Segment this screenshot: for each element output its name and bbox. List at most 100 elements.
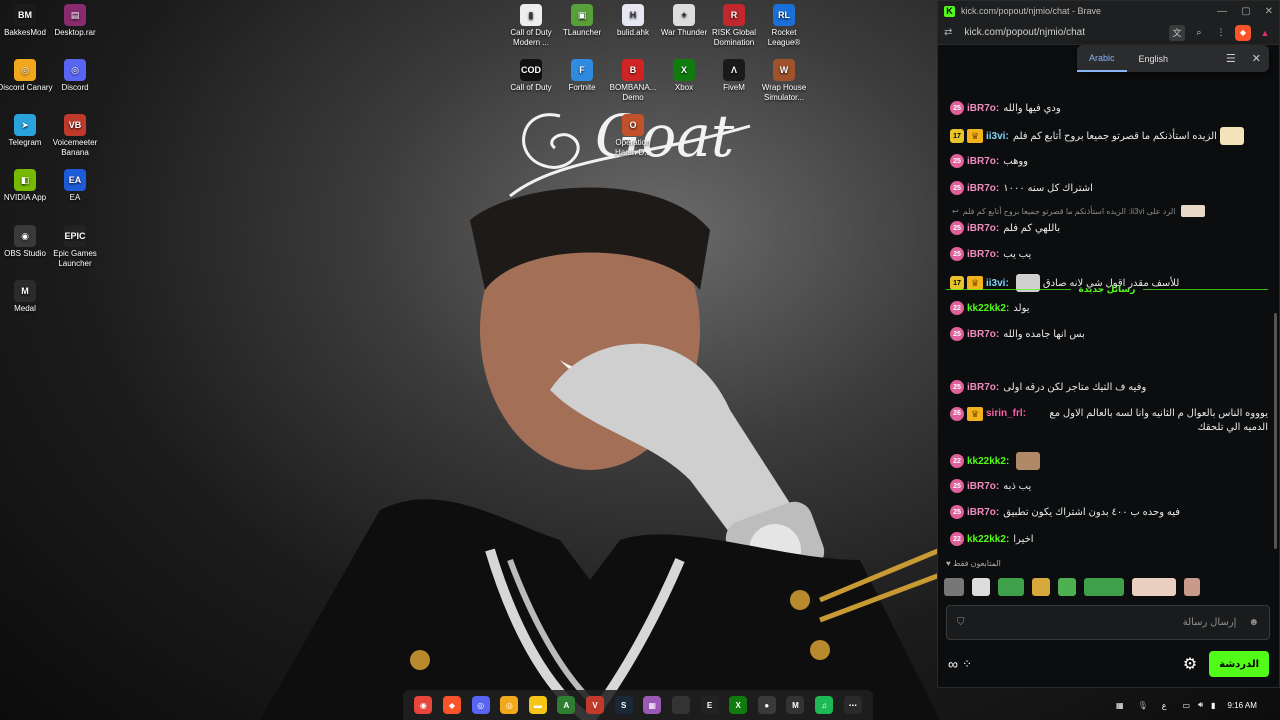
desktop-icon[interactable]: ▣ TLauncher (554, 4, 610, 38)
translate-target-tab[interactable]: English (1127, 45, 1181, 72)
desktop-icon[interactable]: R RISK Global Domination (706, 4, 762, 48)
more-icon[interactable]: ⋮ (1213, 25, 1229, 41)
shield-icon[interactable]: ⛉ (957, 617, 965, 628)
emote-face[interactable] (944, 578, 964, 596)
desktop-icon[interactable]: ◧ NVIDIA App (0, 169, 53, 203)
chat-username[interactable]: iBR7o (967, 156, 996, 167)
desktop-icon[interactable]: EA EA (47, 169, 103, 203)
dots-icon[interactable]: ⁘ (962, 657, 972, 671)
steam-icon[interactable]: S (614, 696, 633, 714)
chat-username[interactable]: ii3vi (986, 131, 1005, 142)
app-dots-icon[interactable]: ⋯ (843, 696, 862, 714)
site-settings-icon[interactable]: ⇄ (944, 27, 952, 38)
emote-pepe-small[interactable] (1058, 578, 1076, 596)
brave-shields-icon[interactable]: ◆ (1235, 24, 1251, 41)
desktop-icon-label: bulid.ahk (616, 28, 650, 37)
display-icon[interactable]: ▭ (1183, 701, 1191, 710)
emote-hand[interactable] (1184, 578, 1200, 596)
chat-message: 25 iBR7o: فيه وحده ب ٤٠٠ بدون اشتراك يكون … (950, 505, 1268, 519)
chat-username[interactable]: iBR7o (967, 382, 996, 393)
desktop-icon[interactable]: ▮ Call of Duty Modern ... (503, 4, 559, 48)
chat-username[interactable]: iBR7o (967, 329, 996, 340)
desktop-icon[interactable]: ◉ OBS Studio (0, 225, 53, 259)
desktop-icon[interactable]: EPIC Epic Games Launcher (47, 225, 103, 269)
settings-gear-icon[interactable]: ⚙ (1183, 654, 1197, 674)
chat-username[interactable]: kk22kk2 (967, 534, 1006, 545)
zoom-icon[interactable]: ⌕ (1191, 25, 1207, 41)
desktop-icon[interactable]: B BOMBANA... Demo (605, 59, 661, 103)
translate-icon[interactable]: 文 (1169, 24, 1185, 41)
close-icon[interactable]: ✕ (1244, 52, 1269, 65)
language-indicator[interactable]: ع (1162, 701, 1167, 710)
url-text[interactable]: kick.com/popout/njmio/chat (964, 27, 1085, 38)
desktop-icon[interactable]: ➤ Telegram (0, 114, 53, 148)
desktop-icon[interactable]: ◎ Discord Canary (0, 59, 53, 93)
maximize-icon[interactable]: ▢ (1241, 6, 1250, 17)
desktop-icon[interactable]: VB Voicemeeter Banana (47, 114, 103, 158)
desktop-icon[interactable]: BM BakkesMod (0, 4, 53, 38)
obs-icon[interactable]: ● (757, 696, 776, 714)
emote-eyes[interactable] (1084, 578, 1124, 596)
chat-input[interactable]: ⛉ إرسال رسالة ☻ (946, 605, 1270, 640)
desktop-icon[interactable]: W Wrap House Simulator... (756, 59, 812, 103)
menu-icon[interactable]: ☰ (1218, 52, 1244, 65)
discord-canary-icon[interactable]: ◎ (500, 696, 519, 714)
widgets-icon[interactable]: ▦ (1116, 701, 1124, 710)
emote-wide[interactable] (1132, 578, 1176, 596)
app-grid-icon[interactable]: ▦ (643, 696, 662, 714)
address-bar: ⇄ kick.com/popout/njmio/chat 文 ⌕ ⋮ ◆ ▲ (938, 21, 1279, 45)
desktop-icon[interactable]: ▤ Desktop.rar (47, 4, 103, 38)
xbox-icon[interactable]: X (729, 696, 748, 714)
volume-icon[interactable]: 🔊︎ (1198, 700, 1203, 710)
chat-username[interactable]: iBR7o (967, 103, 996, 114)
desktop-icon[interactable]: ✦ War Thunder (656, 4, 712, 38)
emote-cat[interactable] (972, 578, 990, 596)
app-icon: R (723, 4, 745, 26)
infinity-icon[interactable]: ∞ (948, 656, 958, 672)
minimize-icon[interactable]: — (1217, 6, 1227, 17)
desktop-icon[interactable]: ◎ Discord (47, 59, 103, 93)
desktop-icon-label: EA (69, 193, 81, 202)
chrome-icon[interactable]: ◉ (414, 696, 433, 714)
emote-pepe[interactable] (998, 578, 1024, 596)
desktop-icon[interactable]: Λ FiveM (706, 59, 762, 93)
chat-username[interactable]: iBR7o (967, 507, 996, 518)
app-icon: W (773, 59, 795, 81)
desktop-icon[interactable]: COD Call of Duty (503, 59, 559, 93)
medal-icon[interactable]: M (786, 696, 805, 714)
chat-username[interactable]: sirin_frl (986, 407, 1023, 421)
app-a-icon[interactable]: A (557, 696, 576, 714)
desktop-icon[interactable]: O Operation Harsh D... (605, 114, 661, 158)
chat-scrollbar[interactable] (1274, 313, 1277, 549)
emote-doge[interactable] (1032, 578, 1050, 596)
chat-username[interactable]: iBR7o (967, 183, 996, 194)
desktop-icon[interactable]: X Xbox (656, 59, 712, 93)
clock-time[interactable]: 9:16 AM (1228, 701, 1257, 710)
desktop-icon[interactable]: Hbulid.ahk (605, 4, 661, 38)
chat-username[interactable]: iBR7o (967, 481, 996, 492)
brave-icon[interactable]: ◆ (442, 696, 461, 714)
translate-source-tab[interactable]: Arabic (1077, 45, 1127, 72)
subscriber-badge: 25 (950, 479, 964, 493)
microphone-icon[interactable]: 🎙︎ (1138, 701, 1148, 710)
desktop-icon[interactable]: M Medal (0, 280, 53, 314)
discord-icon[interactable]: ◎ (471, 696, 490, 714)
chat-username[interactable]: kk22kk2 (967, 303, 1006, 314)
chat-username[interactable]: kk22kk2 (967, 456, 1006, 467)
spotify-icon[interactable]: ♫ (815, 696, 834, 714)
emoji-icon[interactable]: ☻ (1248, 617, 1259, 628)
desktop-icon[interactable]: RL Rocket League® (756, 4, 812, 48)
epic-icon[interactable]: E (700, 696, 719, 714)
app-blank-icon[interactable] (671, 696, 690, 714)
rewards-icon[interactable]: ▲ (1257, 25, 1273, 41)
send-chat-button[interactable]: الدردشة (1209, 651, 1269, 677)
close-window-icon[interactable]: ✕ (1265, 6, 1273, 17)
app-icon: ◎ (14, 59, 36, 81)
file-explorer-icon[interactable]: ▬ (528, 696, 547, 714)
desktop-icon[interactable]: F Fortnite (554, 59, 610, 93)
chat-username[interactable]: iBR7o (967, 223, 996, 234)
chat-message-text: يولد (1013, 302, 1030, 314)
voicemeeter-icon[interactable]: V (586, 696, 605, 714)
battery-icon[interactable]: ▮ (1211, 701, 1215, 710)
chat-username[interactable]: iBR7o (967, 249, 996, 260)
